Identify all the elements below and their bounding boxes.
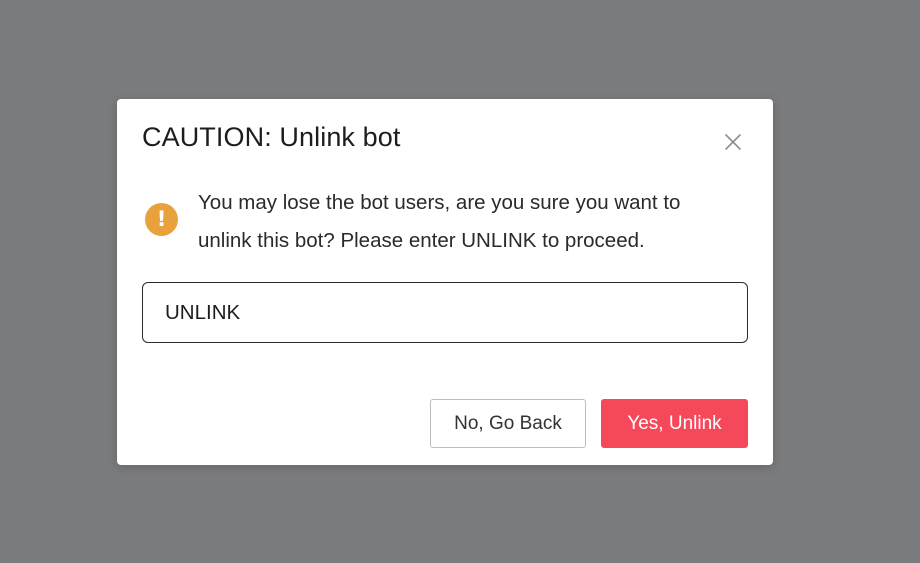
warning-message: You may lose the bot users, are you sure…: [198, 191, 681, 252]
dialog-title: CAUTION: Unlink bot: [142, 122, 401, 152]
exclamation-circle-icon: !: [145, 203, 178, 236]
close-icon: [725, 134, 741, 150]
go-back-button[interactable]: No, Go Back: [430, 399, 586, 448]
close-button[interactable]: [721, 130, 745, 154]
unlink-bot-dialog: CAUTION: Unlink bot ! You may lose the b…: [117, 99, 773, 465]
unlink-button[interactable]: Yes, Unlink: [601, 399, 748, 448]
confirm-unlink-input[interactable]: [142, 282, 748, 343]
